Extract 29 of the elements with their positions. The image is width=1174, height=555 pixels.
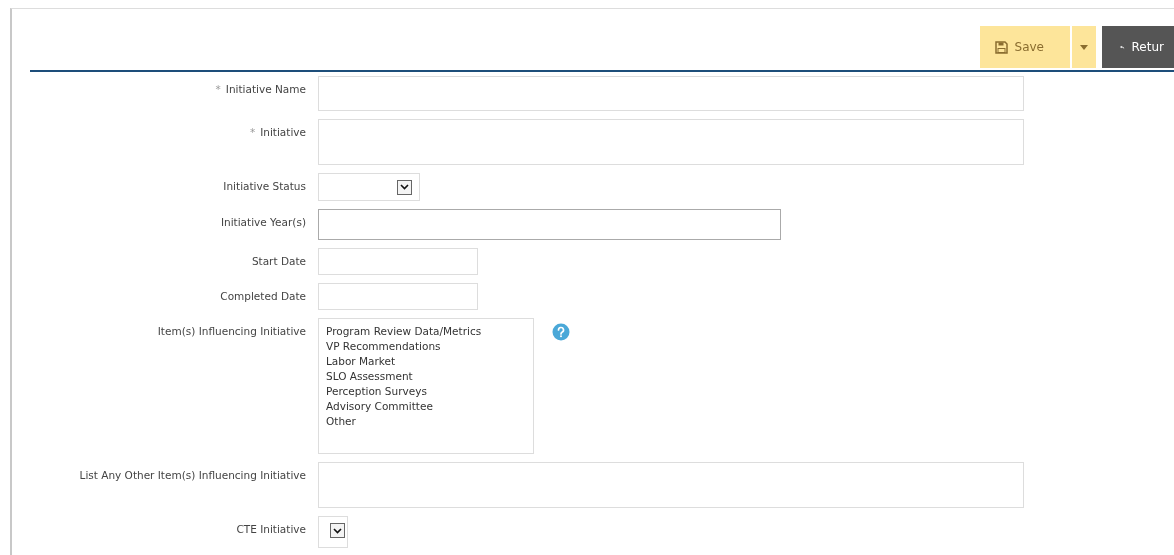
field-label: Initiative Status bbox=[223, 180, 306, 192]
list-option[interactable]: Perception Surveys bbox=[326, 384, 526, 399]
field-label: Completed Date bbox=[220, 290, 306, 302]
field-label: Initiative Year(s) bbox=[220, 216, 306, 228]
save-button[interactable]: Save bbox=[979, 26, 1070, 68]
caret-icon bbox=[1080, 44, 1088, 50]
list-option[interactable]: VP Recommendations bbox=[326, 339, 526, 354]
help-icon[interactable] bbox=[552, 323, 570, 341]
list-option[interactable]: Other bbox=[326, 414, 526, 429]
dropdown-field[interactable] bbox=[318, 173, 420, 201]
field-label: * Initiative Name bbox=[215, 83, 306, 95]
field-label: CTE Initiative bbox=[236, 523, 306, 535]
list-option[interactable]: Labor Market bbox=[326, 354, 526, 369]
list-option[interactable]: SLO Assessment bbox=[326, 369, 526, 384]
dropdown-field[interactable] bbox=[318, 516, 348, 548]
save-options-button[interactable] bbox=[1072, 26, 1096, 68]
date-input-field[interactable] bbox=[318, 248, 478, 275]
list-option[interactable]: Program Review Data/Metrics bbox=[326, 324, 526, 339]
text-area-field[interactable] bbox=[318, 462, 1024, 508]
field-label: List Any Other Item(s) Influencing Initiative bbox=[79, 469, 306, 481]
multi-select-list[interactable]: Program Review Data/Metrics VP Recommendations Labor Market SLO Assessment Perception Surveys Advisory Committee Other bbox=[318, 318, 534, 454]
text-area-field[interactable] bbox=[318, 119, 1024, 165]
field-label: Item(s) Influencing Initiative bbox=[157, 325, 306, 337]
date-input-field[interactable] bbox=[318, 283, 478, 310]
field-label: Start Date bbox=[251, 255, 306, 267]
list-option[interactable]: Advisory Committee bbox=[326, 399, 526, 414]
field-label: * Initiative bbox=[249, 126, 306, 138]
return-button[interactable]: Retur bbox=[1102, 26, 1174, 68]
text-input-field[interactable] bbox=[318, 209, 781, 240]
